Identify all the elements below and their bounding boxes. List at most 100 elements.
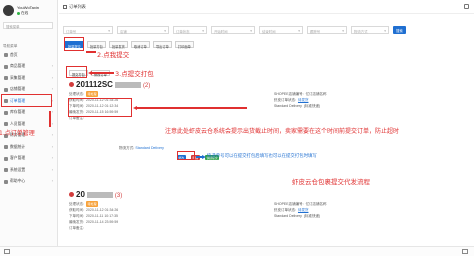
status-link[interactable]: 待发货 <box>298 98 309 102</box>
order-number-text: 201112SC <box>76 80 113 89</box>
chevron-right-icon: › <box>51 156 53 160</box>
menu-search-input[interactable]: 搜索菜单 <box>3 22 53 29</box>
order-meta-row: 订单备注: <box>69 225 118 231</box>
menu-icon <box>4 87 8 92</box>
annotation-2: 2.点我提交 <box>97 51 130 59</box>
sidebar-item[interactable]: 客户管理 › <box>0 154 57 164</box>
meta-key: SHOPEE店铺编号: <box>274 202 304 206</box>
meta-key: 订单备注: <box>69 226 84 230</box>
action-button[interactable]: 导出订单 <box>153 41 172 49</box>
menu-icon <box>4 168 8 172</box>
sidebar-item-label: 帮助中心 <box>10 179 26 183</box>
filter-field[interactable]: 物流方式 ▾ <box>351 26 389 34</box>
annotation-5-arrowhead <box>202 155 206 159</box>
menu-search-placeholder: 搜索菜单 <box>6 25 20 29</box>
bottom-bar <box>0 246 474 256</box>
chevron-down-icon: ▾ <box>342 28 344 33</box>
meta-key: Standard Delivery <box>274 104 302 108</box>
user-status-label: 在线 <box>21 11 29 15</box>
monitor-icon[interactable] <box>4 249 10 254</box>
page-title: 订单列表 <box>69 4 86 9</box>
menu-icon <box>4 179 8 184</box>
sidebar-item[interactable]: 店铺管理 › <box>0 85 57 95</box>
order-number[interactable]: 201112SC (2) <box>69 80 150 89</box>
filter-field[interactable]: 开始时间 ▾ <box>211 26 255 34</box>
chevron-right-icon: › <box>51 87 53 91</box>
annotation-3-arrow <box>92 72 114 74</box>
filter-field[interactable]: 订单号 ▾ <box>63 26 113 34</box>
meta-key: Standard Delivery <box>274 214 302 218</box>
meta-key: 虾皮订单状态: <box>274 208 296 212</box>
sidebar-item-label: 客户管理 <box>10 156 26 160</box>
list-icon <box>63 5 67 9</box>
sidebar-item[interactable]: 首页 <box>0 50 57 60</box>
item-count: (2) <box>142 83 151 89</box>
sidebar-item-label: 库存管理 <box>10 110 26 114</box>
top-bar: 订单列表 <box>59 0 474 14</box>
menu-icon <box>4 122 8 126</box>
filter-placeholder: 跟踪号 <box>310 29 321 34</box>
highlight-order-times <box>68 98 132 117</box>
annotation-6: 虾皮云仓包裹提交代发流程 <box>292 178 370 186</box>
highlight-order-menu <box>1 94 52 107</box>
meta-key: 处理状态: <box>69 92 84 96</box>
sidebar-item-label: 店铺管理 <box>10 87 26 91</box>
annotation-5: 快递单号可以在提交打包后填写也可以在提交打包时填写 <box>207 154 317 159</box>
chevron-right-icon: › <box>51 179 53 183</box>
sidebar-item[interactable]: 帮助中心 › <box>0 177 57 187</box>
meta-value: 2020-11-14 23:59:59 <box>85 220 119 224</box>
order-meta-right-row: Standard Delivery (标准快递) <box>274 213 327 219</box>
chevron-right-icon: › <box>51 64 53 68</box>
status-link[interactable]: 待发货 <box>298 208 309 212</box>
sidebar-item[interactable]: 系统设置 › <box>0 165 57 175</box>
window-icon[interactable] <box>462 249 468 254</box>
sidebar-item-label: 商品管理 <box>10 64 26 68</box>
redacted-block <box>114 81 141 88</box>
menu-section-title: 导航菜单 <box>3 44 18 48</box>
avatar[interactable] <box>3 5 14 16</box>
search-button[interactable]: 搜索 <box>393 26 406 34</box>
meta-key: 最晚发货: <box>69 220 84 224</box>
settings-icon[interactable] <box>464 4 469 9</box>
user-name: YouWoTaxin <box>17 5 40 10</box>
meta-value: (标准快递) <box>303 104 321 108</box>
filter-placeholder: 店铺 <box>120 29 127 34</box>
action-button[interactable]: 批量打包 <box>87 41 106 49</box>
sidebar-item[interactable]: 采集管理 › <box>0 73 57 83</box>
chevron-down-icon: ▾ <box>108 28 110 33</box>
sidebar-item-label: 采集管理 <box>10 75 26 80</box>
order-flag-icon <box>69 82 74 88</box>
filter-placeholder: 订单号 <box>66 29 77 34</box>
sidebar-item[interactable]: 商品管理 › <box>0 62 57 72</box>
filter-field[interactable]: 订单状态 ▾ <box>173 26 207 34</box>
order-number[interactable]: 20 (3) <box>69 190 122 199</box>
shipping-value: Standard Delivery <box>135 146 164 150</box>
action-button[interactable]: 取消订单 <box>131 41 150 49</box>
sidebar-item[interactable]: 数据统计 › <box>0 142 57 152</box>
action-button[interactable]: 批量发货 <box>109 41 128 49</box>
order-meta-right: SHOPEE店铺编号: 亿订店铺名称 虾皮订单状态: 待发货 Standard Deli… <box>274 91 327 109</box>
filter-field[interactable]: 店铺 ▾ <box>117 26 169 34</box>
menu-icon <box>4 145 8 149</box>
menu-icon <box>4 110 8 115</box>
filter-placeholder: 开始时间 <box>214 29 228 34</box>
chevron-down-icon: ▾ <box>384 28 386 33</box>
chevron-right-icon: › <box>51 110 53 114</box>
action-button[interactable]: 打印面单 <box>175 41 194 49</box>
filter-field[interactable]: 跟踪号 ▾ <box>307 26 347 34</box>
online-dot-icon <box>17 11 20 15</box>
chevron-down-icon: ▾ <box>164 28 166 33</box>
order-meta: 处理状态: 待处理 获取时间: 2020-11-12 01:34:26 下单时间: 202… <box>69 201 118 231</box>
filter-placeholder: 物流方式 <box>354 29 368 34</box>
meta-value: 2020-11-12 01:34:26 <box>85 208 119 212</box>
menu-icon <box>4 156 8 161</box>
meta-key: SHOPEE店铺编号: <box>274 92 304 96</box>
item-count: (3) <box>114 193 123 199</box>
filter-placeholder: 结束时间 <box>262 29 276 34</box>
annotation-2-arrow <box>86 51 96 53</box>
user-status: 在线 <box>17 11 28 16</box>
meta-key: 获取时间: <box>69 208 84 212</box>
chevron-down-icon: ▾ <box>298 28 300 33</box>
filter-field[interactable]: 结束时间 ▾ <box>259 26 303 34</box>
annotation-1-arrow <box>49 111 51 127</box>
